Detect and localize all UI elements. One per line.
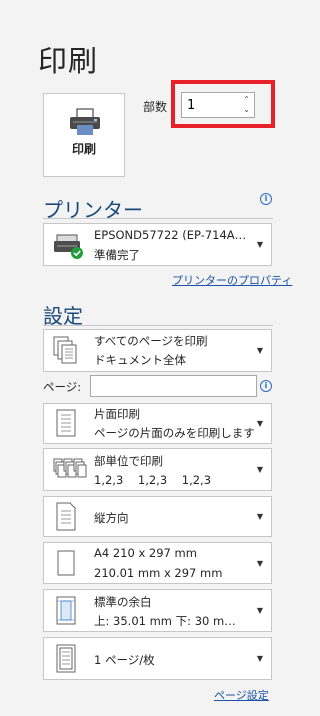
info-icon[interactable]: i [260, 193, 272, 205]
pages-per-sheet-icon [56, 644, 76, 673]
copies-label: 部数 [143, 100, 168, 114]
margins-desc: 上: 35.01 mm 下: 30 m… [94, 614, 236, 628]
paper-size-title: A4 210 x 297 mm [94, 546, 197, 560]
copies-highlight-box [171, 80, 275, 128]
margins-dropdown[interactable]: 標準の余白 上: 35.01 mm 下: 30 m… ▼ [43, 589, 272, 632]
printer-name: EPSOND57722 (EP-714A… [94, 228, 247, 242]
printer-icon [70, 108, 100, 135]
printer-status: 準備完了 [94, 248, 140, 262]
page-setup-link[interactable]: ページ設定 [214, 687, 269, 703]
paper-size-icon [57, 550, 75, 576]
pages-label: ページ: [43, 380, 82, 394]
chevron-down-icon: ▼ [256, 606, 263, 615]
chevron-down-icon: ▼ [256, 654, 263, 663]
margins-title: 標準の余白 [94, 595, 152, 609]
print-button-label: 印刷 [71, 142, 96, 156]
info-icon[interactable]: i [260, 380, 272, 392]
chevron-down-icon: ▼ [256, 465, 263, 474]
chevron-down-icon: ▼ [256, 559, 263, 568]
print-button[interactable]: 印刷 [43, 93, 125, 177]
orientation-dropdown[interactable]: 縦方向 ▼ [43, 496, 272, 537]
duplex-desc: ページの片面のみを印刷します [94, 426, 255, 440]
print-range-desc: ドキュメント全体 [94, 353, 186, 367]
orientation-title: 縦方向 [94, 511, 129, 525]
chevron-down-icon: ▼ [256, 346, 263, 355]
pages-per-sheet-title: 1 ページ/枚 [94, 653, 155, 667]
margins-icon [56, 596, 76, 625]
chevron-down-icon: ▼ [256, 240, 263, 249]
pages-per-sheet-dropdown[interactable]: 1 ページ/枚 ▼ [43, 637, 272, 680]
print-range-title: すべてのページを印刷 [94, 334, 208, 348]
collate-dropdown[interactable]: 部単位で印刷 1,2,3 1,2,3 1,2,3 ▼ [43, 448, 272, 491]
chevron-down-icon: ▼ [256, 512, 263, 521]
duplex-title: 片面印刷 [94, 407, 140, 421]
chevron-down-icon: ▼ [256, 419, 263, 428]
one-sided-icon [56, 409, 76, 437]
paper-size-dropdown[interactable]: A4 210 x 297 mm 210.01 mm x 297 mm ▼ [43, 542, 272, 584]
portrait-icon [56, 502, 76, 531]
print-range-dropdown[interactable]: すべてのページを印刷 ドキュメント全体 ▼ [43, 329, 272, 372]
page-title: 印刷 [38, 44, 99, 78]
printer-ready-icon [54, 234, 83, 259]
printer-dropdown[interactable]: EPSOND57722 (EP-714A… 準備完了 ▼ [43, 223, 272, 266]
paper-size-desc: 210.01 mm x 297 mm [94, 566, 223, 580]
collate-title: 部単位で印刷 [94, 454, 163, 468]
document-pages-icon [53, 336, 77, 364]
collate-icon [53, 458, 87, 478]
pages-input[interactable] [90, 375, 257, 397]
collate-desc: 1,2,3 1,2,3 1,2,3 [94, 473, 212, 487]
printer-properties-link[interactable]: プリンターのプロパティ [172, 272, 292, 288]
duplex-dropdown[interactable]: 片面印刷 ページの片面のみを印刷します ▼ [43, 403, 272, 444]
